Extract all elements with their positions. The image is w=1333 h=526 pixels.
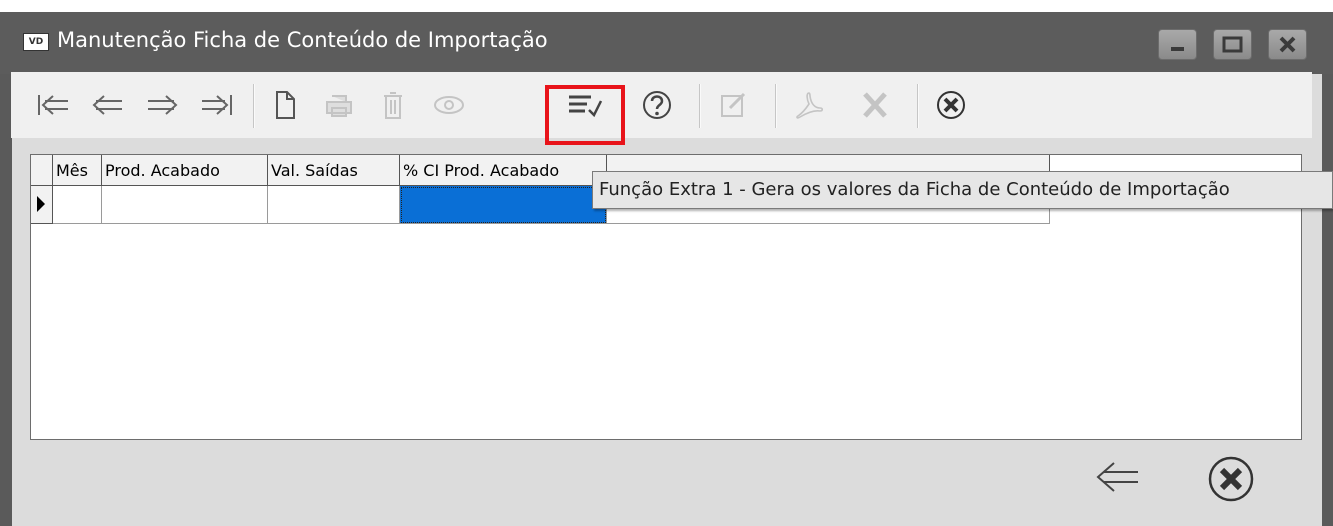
column-header-ci-prod-acabado[interactable]: % CI Prod. Acabado xyxy=(400,155,607,186)
current-row-arrow-icon xyxy=(37,196,45,212)
window-title: Manutenção Ficha de Conteúdo de Importaç… xyxy=(57,28,548,52)
cell-prod-acabado[interactable] xyxy=(102,186,268,224)
maximize-button[interactable] xyxy=(1213,29,1252,60)
close-circle-icon xyxy=(937,91,965,119)
highlight-box xyxy=(545,85,625,145)
toolbar-separator xyxy=(917,84,919,128)
toolbar-separator xyxy=(699,84,701,128)
printer-icon xyxy=(326,95,352,117)
new-document-icon xyxy=(276,91,295,119)
pdf-icon xyxy=(796,92,824,119)
bottom-bar xyxy=(12,440,1322,514)
view-button[interactable] xyxy=(427,72,471,138)
tooltip: Função Extra 1 - Gera os valores da Fich… xyxy=(592,171,1333,209)
cell-val-saidas[interactable] xyxy=(268,186,400,224)
first-record-button[interactable] xyxy=(33,72,73,138)
question-icon xyxy=(643,91,671,119)
pdf-button[interactable] xyxy=(787,72,831,138)
close-circle-icon xyxy=(1208,456,1254,502)
last-arrow-icon xyxy=(202,95,232,115)
left-arrow-icon xyxy=(92,95,122,115)
maximize-icon xyxy=(1222,36,1243,53)
edit-button[interactable] xyxy=(711,72,755,138)
first-arrow-icon xyxy=(38,95,68,115)
app-icon: VD xyxy=(23,33,49,51)
row-indicator-header xyxy=(31,155,53,186)
trash-icon xyxy=(384,92,402,119)
new-button[interactable] xyxy=(265,72,305,138)
cell-mes[interactable] xyxy=(53,186,102,224)
close-x-icon xyxy=(1279,36,1296,53)
eye-icon xyxy=(434,96,464,114)
delete-button[interactable] xyxy=(373,72,413,138)
cell-ci-prod-acabado[interactable] xyxy=(400,186,607,224)
back-button[interactable] xyxy=(1092,458,1142,498)
toolbar xyxy=(11,72,1312,138)
row-indicator[interactable] xyxy=(31,186,53,224)
previous-record-button[interactable] xyxy=(87,72,127,138)
excel-x-icon xyxy=(863,92,887,118)
minimize-icon xyxy=(1171,47,1184,51)
toolbar-separator xyxy=(253,84,255,128)
left-arrow-icon xyxy=(1096,462,1138,492)
close-button[interactable] xyxy=(929,72,973,138)
bottom-close-button[interactable] xyxy=(1206,454,1256,504)
help-button[interactable] xyxy=(637,72,677,138)
edit-icon xyxy=(721,92,746,117)
minimize-button[interactable] xyxy=(1158,29,1197,60)
excel-button[interactable] xyxy=(855,72,895,138)
window-close-button[interactable] xyxy=(1268,29,1307,60)
next-record-button[interactable] xyxy=(143,72,183,138)
column-header-mes[interactable]: Mês xyxy=(53,155,102,186)
column-header-val-saidas[interactable]: Val. Saídas xyxy=(268,155,400,186)
last-record-button[interactable] xyxy=(197,72,237,138)
right-arrow-icon xyxy=(148,95,178,115)
column-header-prod-acabado[interactable]: Prod. Acabado xyxy=(102,155,268,186)
toolbar-separator xyxy=(775,84,777,128)
title-bar[interactable]: VD Manutenção Ficha de Conteúdo de Impor… xyxy=(0,12,1333,74)
print-button[interactable] xyxy=(317,72,361,138)
